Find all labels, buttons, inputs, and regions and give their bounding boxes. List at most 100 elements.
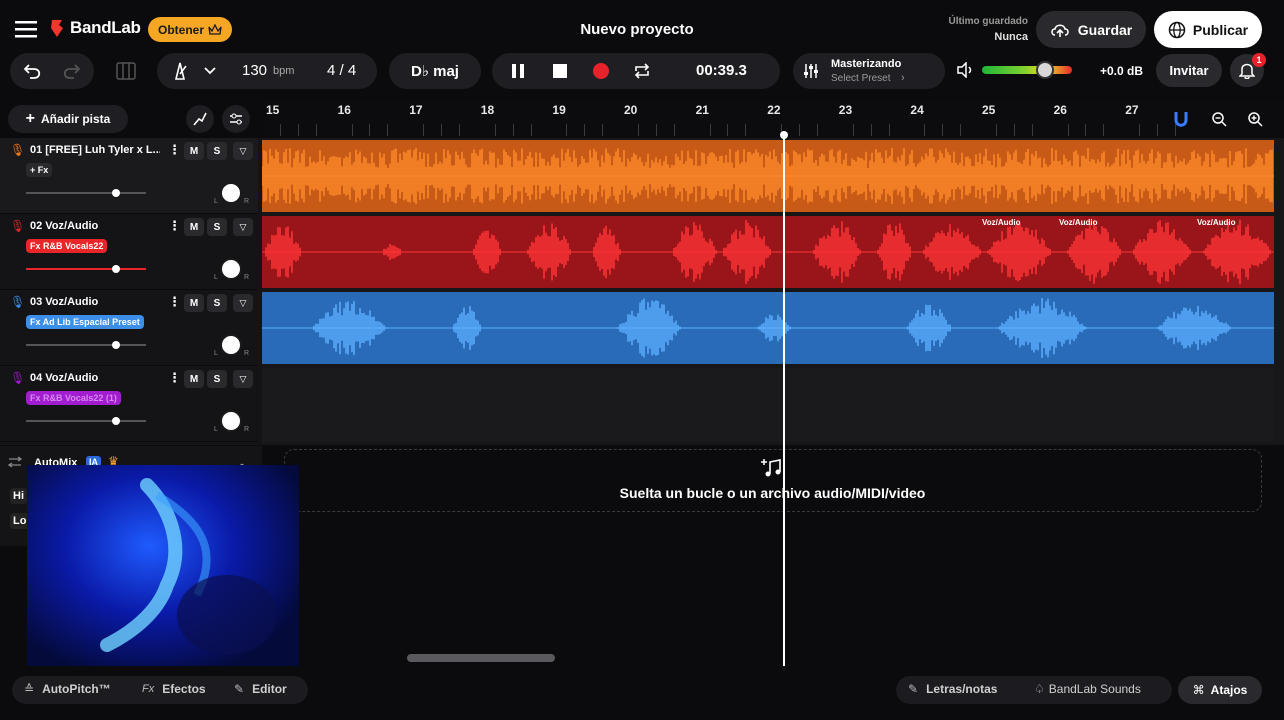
ruler-tick: [387, 124, 389, 136]
drop-zone[interactable]: Suelta un bucle o un archivo audio/MIDI/…: [284, 449, 1262, 512]
time-display: 00:39.3: [696, 62, 747, 79]
mute-button[interactable]: M: [184, 142, 204, 160]
get-button[interactable]: Obtener: [148, 17, 233, 42]
metronome-icon[interactable]: [169, 61, 191, 81]
zoom-out-icon[interactable]: [1208, 108, 1230, 130]
solo-button[interactable]: S: [207, 142, 227, 160]
lane-track-4[interactable]: [262, 368, 1274, 442]
ruler-tick: [458, 124, 460, 136]
track-expand-chevron-icon[interactable]: ▽: [233, 370, 253, 388]
autopitch-icon: ≙: [24, 682, 35, 696]
pause-icon[interactable]: [509, 62, 527, 80]
ruler-tick: [1139, 124, 1141, 136]
autopitch-button[interactable]: ≙ AutoPitch™: [24, 682, 111, 696]
mute-button[interactable]: M: [184, 218, 204, 236]
volume-slider[interactable]: [26, 417, 146, 425]
track-options-icon[interactable]: ⋮: [168, 218, 181, 234]
volume-slider[interactable]: [26, 189, 146, 197]
track-name[interactable]: 01 [FREE] Luh Tyler x L...: [30, 144, 160, 156]
ruler-tick: [870, 124, 872, 136]
track-settings-button[interactable]: [222, 105, 250, 133]
playhead-marker[interactable]: [780, 131, 788, 139]
track-header-3[interactable]: 🎙︎ 03 Voz/Audio ⋮ M S ▽ Fx Ad Lib Espacial Pre…: [0, 290, 258, 366]
zoom-in-icon[interactable]: [1244, 108, 1266, 130]
track-options-icon[interactable]: ⋮: [168, 370, 181, 386]
fx-tag[interactable]: Fx Ad Lib Espacial Preset: [26, 315, 144, 329]
volume-slider-knob[interactable]: [112, 341, 120, 349]
track-expand-chevron-icon[interactable]: ▽: [233, 142, 253, 160]
volume-slider[interactable]: [26, 341, 146, 349]
fx-tag[interactable]: + Fx: [26, 163, 53, 177]
stop-icon[interactable]: [551, 62, 569, 80]
track-expand-chevron-icon[interactable]: ▽: [233, 294, 253, 312]
pan-knob[interactable]: [220, 182, 242, 204]
key-button[interactable]: D♭ maj: [389, 53, 481, 89]
add-track-button[interactable]: + Añadir pista: [8, 105, 128, 133]
bpm-value[interactable]: 130: [242, 62, 267, 79]
playhead[interactable]: [783, 134, 785, 666]
fx-tag[interactable]: Fx R&B Vocals22 (1): [26, 391, 121, 405]
track-expand-chevron-icon[interactable]: ▽: [233, 218, 253, 236]
undo-icon[interactable]: [22, 61, 42, 81]
speaker-icon[interactable]: [955, 61, 975, 79]
pan-knob[interactable]: [220, 258, 242, 280]
project-title[interactable]: Nuevo proyecto: [560, 21, 714, 38]
timeline-ruler[interactable]: 15 16 17 18 19 20 21 22 23 24 25 26 27: [262, 100, 1284, 138]
solo-button[interactable]: S: [207, 218, 227, 236]
track-name[interactable]: 03 Voz/Audio: [30, 296, 160, 308]
mute-button[interactable]: M: [184, 294, 204, 312]
pan-knob[interactable]: [220, 334, 242, 356]
menu-icon[interactable]: [14, 18, 38, 40]
volume-meter[interactable]: [982, 61, 1072, 79]
track-lanes: Voz/Audio Voz/Audio Voz/Audio: [261, 138, 1284, 445]
track-header-2[interactable]: 🎙︎ 02 Voz/Audio ⋮ M S ▽ Fx R&B Vocals22 L R: [0, 214, 258, 290]
lyrics-button[interactable]: ✎ Letras/notas: [908, 682, 997, 696]
publish-button[interactable]: Publicar: [1154, 11, 1262, 48]
track-options-icon[interactable]: ⋮: [168, 142, 181, 158]
track-header-1[interactable]: 🎙︎ 01 [FREE] Luh Tyler x L... ⋮ M S ▽ + Fx L R: [0, 138, 258, 214]
add-track-label: Añadir pista: [40, 112, 111, 126]
automation-button[interactable]: [186, 105, 214, 133]
track-header-4[interactable]: 🎙︎ 04 Voz/Audio ⋮ M S ▽ Fx R&B Vocals22 (1) L R: [0, 366, 258, 442]
track-name[interactable]: 02 Voz/Audio: [30, 220, 160, 232]
tempo-group: 130 bpm 4 / 4: [157, 53, 377, 89]
chevron-down-icon[interactable]: [203, 63, 217, 79]
volume-knob[interactable]: [1036, 61, 1054, 79]
shortcuts-button[interactable]: ⌘ Atajos: [1178, 676, 1262, 704]
record-icon[interactable]: [592, 62, 610, 80]
fx-tag[interactable]: Fx R&B Vocals22: [26, 239, 108, 253]
brand-logo[interactable]: BandLab: [48, 18, 141, 38]
horizontal-scrollbar[interactable]: [407, 654, 555, 662]
solo-button[interactable]: S: [207, 294, 227, 312]
track-options-icon[interactable]: ⋮: [168, 294, 181, 310]
save-button[interactable]: Guardar: [1036, 11, 1146, 48]
redo-icon[interactable]: [62, 61, 82, 81]
invite-button[interactable]: Invitar: [1156, 54, 1222, 87]
lane-track-1[interactable]: [261, 140, 1274, 212]
snap-magnet-icon[interactable]: [1170, 108, 1192, 130]
track-name[interactable]: 04 Voz/Audio: [30, 372, 160, 384]
get-label: Obtener: [158, 22, 205, 37]
effects-button[interactable]: Fx Efectos: [142, 682, 206, 696]
playback-controls: 00:39.3: [492, 53, 780, 89]
lane-track-3[interactable]: [262, 292, 1274, 364]
ruler-tick: [584, 124, 586, 136]
pan-knob[interactable]: [220, 410, 242, 432]
mute-button[interactable]: M: [184, 370, 204, 388]
loop-icon[interactable]: [632, 62, 652, 80]
mastering-button[interactable]: Masterizando Select Preset ›: [793, 53, 945, 89]
lane-track-2[interactable]: Voz/Audio Voz/Audio Voz/Audio: [262, 216, 1274, 288]
editor-button[interactable]: ✎ Editor: [234, 682, 287, 696]
piano-icon[interactable]: [115, 60, 137, 82]
ruler-tick: [924, 124, 926, 136]
volume-slider-knob[interactable]: [112, 417, 120, 425]
time-signature[interactable]: 4 / 4: [327, 62, 356, 79]
globe-icon: [1168, 21, 1186, 39]
volume-slider-knob[interactable]: [112, 189, 120, 197]
solo-button[interactable]: S: [207, 370, 227, 388]
volume-slider[interactable]: [26, 265, 146, 273]
sounds-button[interactable]: ♤ BandLab Sounds: [1034, 682, 1141, 696]
ruler-bar-number: 18: [480, 103, 495, 117]
pan-right-label: R: [244, 426, 250, 433]
volume-slider-knob[interactable]: [112, 265, 120, 273]
